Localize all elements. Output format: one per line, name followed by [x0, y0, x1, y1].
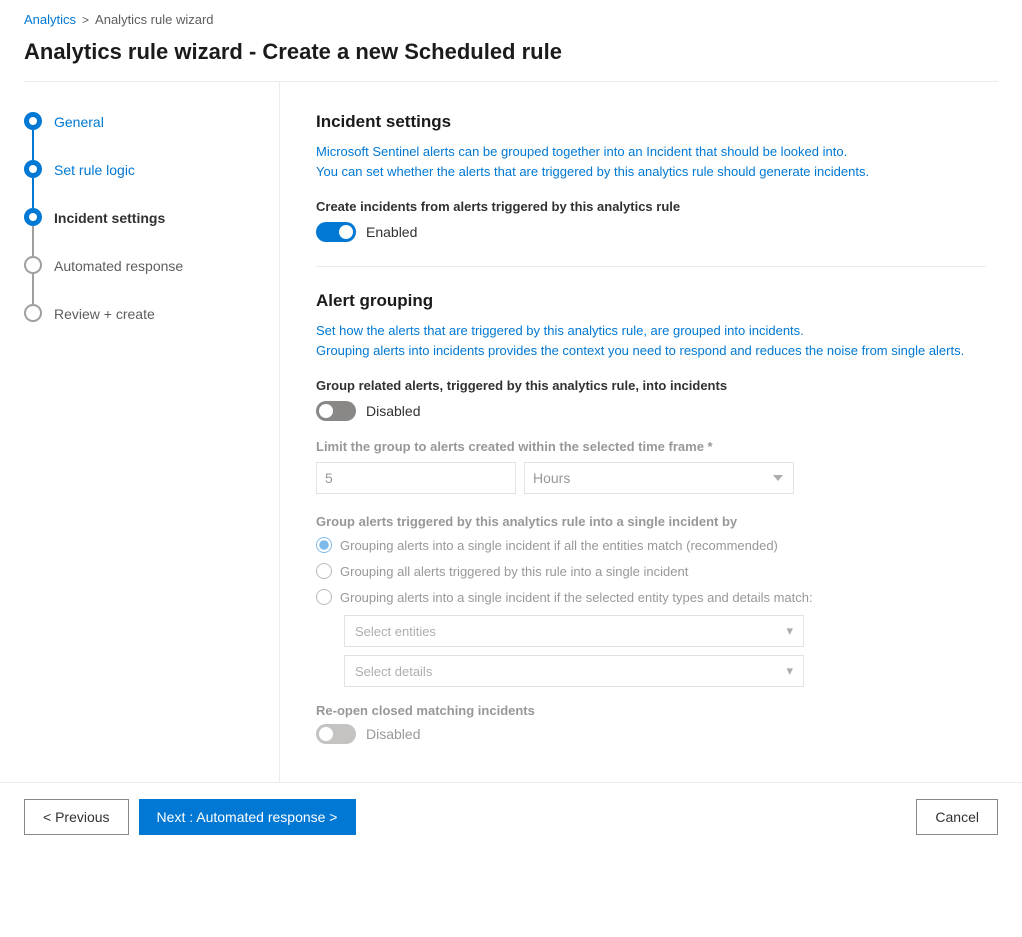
step-line-general [32, 130, 34, 160]
select-details-chevron: ▾ [786, 663, 793, 679]
step-dot-general [24, 112, 42, 130]
radio-label-entities-match[interactable]: Grouping alerts into a single incident i… [340, 538, 778, 553]
radio-label-entity-types[interactable]: Grouping alerts into a single incident i… [340, 590, 813, 605]
reopen-label: Re-open closed matching incidents [316, 703, 986, 718]
step-dot-automated-response [24, 256, 42, 274]
radio-entity-types[interactable] [316, 589, 332, 605]
breadcrumb: Analytics > Analytics rule wizard [0, 0, 1022, 35]
cancel-button[interactable]: Cancel [916, 799, 998, 835]
radio-all-alerts[interactable] [316, 563, 332, 579]
alert-grouping-desc-line2: Grouping alerts into incidents provides … [316, 343, 964, 358]
step-label-incident-settings[interactable]: Incident settings [54, 208, 165, 249]
step-label-automated-response[interactable]: Automated response [54, 256, 183, 297]
reopen-toggle[interactable] [316, 724, 356, 744]
step-item-set-rule-logic: Set rule logic [24, 160, 255, 208]
alert-grouping-desc: Set how the alerts that are triggered by… [316, 321, 986, 360]
page-title: Analytics rule wizard - Create a new Sch… [0, 35, 1022, 81]
breadcrumb-analytics-link[interactable]: Analytics [24, 12, 76, 27]
group-by-section: Group alerts triggered by this analytics… [316, 514, 986, 687]
radio-option-3: Grouping alerts into a single incident i… [316, 589, 986, 605]
radio-group: Grouping alerts into a single incident i… [316, 537, 986, 687]
main-layout: General Set rule logic [0, 82, 1022, 782]
step-connector-automated-response [24, 256, 42, 304]
select-details-dropdown[interactable]: Select details ▾ [344, 655, 804, 687]
section-divider-1 [316, 266, 986, 267]
step-item-automated-response: Automated response [24, 256, 255, 304]
step-item-incident-settings: Incident settings [24, 208, 255, 256]
radio-entities-match[interactable] [316, 537, 332, 553]
step-item-general: General [24, 112, 255, 160]
group-alerts-toggle-row: Disabled [316, 401, 986, 421]
grouping-options-section: Limit the group to alerts created within… [316, 439, 986, 744]
group-alerts-label: Group related alerts, triggered by this … [316, 378, 986, 393]
create-incidents-label: Create incidents from alerts triggered b… [316, 199, 986, 214]
step-line-automated-response [32, 274, 34, 304]
select-entities-dropdown[interactable]: Select entities ▾ [344, 615, 804, 647]
time-frame-section: Limit the group to alerts created within… [316, 439, 986, 494]
step-connector-set-rule-logic [24, 160, 42, 208]
group-alerts-toggle-text: Disabled [366, 403, 420, 419]
next-button[interactable]: Next : Automated response > [139, 799, 356, 835]
step-label-set-rule-logic[interactable]: Set rule logic [54, 160, 135, 201]
previous-button[interactable]: < Previous [24, 799, 129, 835]
reopen-toggle-row: Disabled [316, 724, 986, 744]
alert-grouping-desc-line1: Set how the alerts that are triggered by… [316, 323, 804, 338]
step-label-general[interactable]: General [54, 112, 104, 153]
incident-settings-desc: Microsoft Sentinel alerts can be grouped… [316, 142, 986, 181]
group-alerts-toggle-track[interactable] [316, 401, 356, 421]
step-line-incident-settings [32, 226, 34, 256]
dot-inner-general [29, 117, 37, 125]
step-item-review-create: Review + create [24, 304, 255, 345]
time-frame-input[interactable] [316, 462, 516, 494]
dot-inner-incident-settings [29, 213, 37, 221]
create-incidents-toggle-text: Enabled [366, 224, 417, 240]
step-connector-review-create [24, 304, 42, 322]
create-incidents-toggle[interactable] [316, 222, 356, 242]
create-incidents-toggle-thumb [339, 225, 353, 239]
select-details-text: Select details [355, 664, 432, 679]
reopen-section: Re-open closed matching incidents Disabl… [316, 703, 986, 744]
main-content: Incident settings Microsoft Sentinel ale… [280, 82, 1022, 782]
create-incidents-toggle-row: Enabled [316, 222, 986, 242]
step-dot-incident-settings [24, 208, 42, 226]
time-frame-label: Limit the group to alerts created within… [316, 439, 986, 454]
group-alerts-toggle[interactable] [316, 401, 356, 421]
step-connector-general [24, 112, 42, 160]
select-entities-text: Select entities [355, 624, 436, 639]
reopen-toggle-text: Disabled [366, 726, 420, 742]
reopen-toggle-thumb [319, 727, 333, 741]
radio-label-all-alerts[interactable]: Grouping all alerts triggered by this ru… [340, 564, 688, 579]
incident-settings-title: Incident settings [316, 112, 986, 132]
step-dot-review-create [24, 304, 42, 322]
breadcrumb-current: Analytics rule wizard [95, 12, 214, 27]
dot-inner-set-rule-logic [29, 165, 37, 173]
step-line-set-rule-logic [32, 178, 34, 208]
incident-settings-desc-line1: Microsoft Sentinel alerts can be grouped… [316, 144, 847, 159]
reopen-toggle-track[interactable] [316, 724, 356, 744]
incident-settings-desc-line2: You can set whether the alerts that are … [316, 164, 869, 179]
step-label-review-create[interactable]: Review + create [54, 304, 155, 345]
time-frame-row: Hours Days Minutes [316, 462, 986, 494]
radio-option-1: Grouping alerts into a single incident i… [316, 537, 986, 553]
select-entities-chevron: ▾ [786, 623, 793, 639]
breadcrumb-separator: > [82, 13, 89, 27]
step-connector-incident-settings [24, 208, 42, 256]
footer: < Previous Next : Automated response > C… [0, 783, 1022, 851]
step-dot-set-rule-logic [24, 160, 42, 178]
step-list: General Set rule logic [24, 112, 255, 345]
radio-option-2: Grouping all alerts triggered by this ru… [316, 563, 986, 579]
sidebar: General Set rule logic [0, 82, 280, 782]
create-incidents-toggle-track[interactable] [316, 222, 356, 242]
time-frame-unit-select[interactable]: Hours Days Minutes [524, 462, 794, 494]
entity-dropdowns: Select entities ▾ Select details ▾ [344, 615, 986, 687]
alert-grouping-title: Alert grouping [316, 291, 986, 311]
group-alerts-toggle-thumb [319, 404, 333, 418]
group-by-label: Group alerts triggered by this analytics… [316, 514, 986, 529]
